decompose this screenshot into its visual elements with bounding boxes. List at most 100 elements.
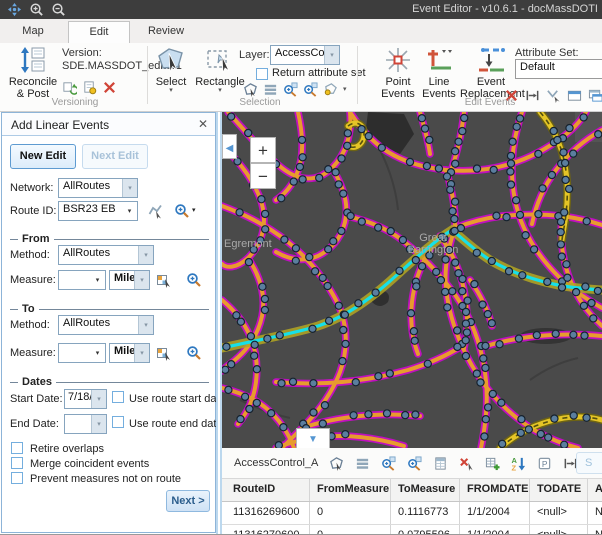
point-event-dot[interactable] (473, 249, 480, 256)
point-event-dot[interactable] (325, 166, 332, 173)
point-event-dot[interactable] (281, 236, 288, 243)
table-layer-name[interactable]: AccessControl_A (234, 457, 318, 469)
point-event-dot[interactable] (228, 113, 235, 120)
point-event-dot[interactable] (493, 212, 500, 219)
point-event-dot[interactable] (451, 215, 458, 222)
network-dropdown-icon[interactable]: ▾ (122, 179, 137, 197)
point-event-dot[interactable] (544, 278, 551, 285)
point-event-dot[interactable] (352, 379, 359, 386)
table-pan-selection-icon[interactable] (407, 456, 422, 471)
attribute-set-combobox[interactable]: Default (515, 59, 602, 79)
point-event-dot[interactable] (341, 311, 348, 318)
pan-to-selection-icon[interactable] (303, 82, 318, 97)
point-event-dot[interactable] (251, 352, 258, 359)
tab-map[interactable]: Map (8, 21, 58, 43)
point-event-dot[interactable] (342, 340, 349, 347)
point-event-dot[interactable] (485, 404, 492, 411)
point-event-dot[interactable] (518, 416, 525, 423)
point-event-dot[interactable] (222, 366, 229, 373)
close-icon[interactable]: ✕ (198, 117, 208, 131)
point-event-dot[interactable] (433, 268, 440, 275)
table-save-button[interactable]: S (576, 452, 602, 474)
point-event-dot[interactable] (548, 171, 555, 178)
table-clear-selection-icon[interactable] (459, 456, 474, 471)
table-column-header[interactable]: TODATE (530, 479, 588, 501)
table-zoom-selection-icon[interactable] (381, 456, 396, 471)
map-zoom-in-button[interactable]: + (250, 137, 276, 163)
point-event-dot[interactable] (259, 283, 266, 290)
point-event-dot[interactable] (490, 166, 497, 173)
point-event-dot[interactable] (515, 335, 522, 342)
point-event-dot[interactable] (326, 317, 333, 324)
point-event-dot[interactable] (473, 165, 480, 172)
layer-combobox[interactable]: AccessControl_A ▾ (270, 45, 340, 65)
table-column-header[interactable]: RouteID (222, 479, 310, 501)
point-event-dot[interactable] (481, 433, 488, 440)
table-column-header[interactable]: FROMDATE (460, 479, 530, 501)
point-event-dot[interactable] (310, 409, 317, 416)
point-event-dot[interactable] (419, 263, 426, 270)
point-event-dot[interactable] (505, 268, 512, 275)
point-event-dot[interactable] (566, 185, 573, 192)
point-event-dot[interactable] (443, 173, 450, 180)
select-route-icon[interactable] (148, 203, 164, 219)
from-zoom-icon[interactable] (186, 272, 202, 288)
new-version-icon[interactable] (82, 80, 97, 95)
point-event-dot[interactable] (253, 366, 260, 373)
point-event-dot[interactable] (517, 429, 524, 436)
point-event-dot[interactable] (454, 343, 461, 350)
point-event-dot[interactable] (228, 361, 235, 368)
point-event-dot[interactable] (299, 154, 306, 161)
point-event-dot[interactable] (480, 355, 487, 362)
point-event-dot[interactable] (442, 288, 449, 295)
point-event-dot[interactable] (383, 410, 390, 417)
point-event-dot[interactable] (552, 330, 559, 337)
table-add-records-icon[interactable] (485, 456, 500, 471)
start-date-dropdown-icon[interactable]: ▾ (91, 390, 106, 408)
point-event-dot[interactable] (411, 337, 418, 344)
point-event-dot[interactable] (522, 232, 529, 239)
selection-list-icon[interactable] (263, 82, 278, 97)
point-event-dot[interactable] (482, 342, 489, 349)
point-event-dot[interactable] (310, 380, 317, 387)
point-event-dot[interactable] (418, 115, 425, 122)
new-edit-button[interactable]: New Edit (10, 144, 76, 169)
point-event-dot[interactable] (375, 224, 382, 231)
point-event-dot[interactable] (233, 312, 240, 319)
point-event-dot[interactable] (513, 197, 520, 204)
point-event-dot[interactable] (358, 126, 365, 133)
point-event-dot[interactable] (426, 136, 433, 143)
point-event-dot[interactable] (583, 218, 590, 225)
point-event-dot[interactable] (581, 332, 588, 339)
line-events-button[interactable]: Line Events (420, 46, 458, 100)
point-event-dot[interactable] (488, 257, 495, 264)
point-event-dot[interactable] (484, 311, 491, 318)
point-event-dot[interactable] (236, 209, 243, 216)
point-event-dot[interactable] (412, 411, 419, 418)
point-event-dot[interactable] (535, 150, 542, 157)
point-event-dot[interactable] (278, 195, 285, 202)
point-event-dot[interactable] (399, 236, 406, 243)
point-event-dot[interactable] (462, 320, 469, 327)
point-event-dot[interactable] (449, 288, 456, 295)
point-event-dot[interactable] (338, 227, 345, 234)
point-event-dot[interactable] (462, 337, 469, 344)
table-select-polygon-icon[interactable] (329, 456, 344, 471)
point-event-dot[interactable] (292, 257, 299, 264)
to-method-dropdown-icon[interactable]: ▾ (138, 316, 153, 334)
point-event-dot[interactable] (525, 426, 532, 433)
point-event-dot[interactable] (573, 289, 580, 296)
point-event-dot[interactable] (335, 302, 342, 309)
point-event-dot[interactable] (324, 282, 331, 289)
zoom-out-icon[interactable] (51, 2, 66, 17)
point-event-dot[interactable] (423, 162, 430, 169)
point-event-dot[interactable] (588, 299, 595, 306)
point-event-dot[interactable] (319, 420, 326, 427)
reconcile-icon[interactable] (62, 80, 77, 95)
zoom-route-dropdown-icon[interactable]: ▾ (192, 208, 196, 214)
next-edit-button[interactable]: Next Edit (82, 144, 148, 169)
point-event-dot[interactable] (583, 414, 590, 421)
point-event-dot[interactable] (463, 329, 470, 336)
point-event-dot[interactable] (437, 277, 444, 284)
rectangle-dropdown-icon[interactable]: ▾ (194, 88, 246, 94)
